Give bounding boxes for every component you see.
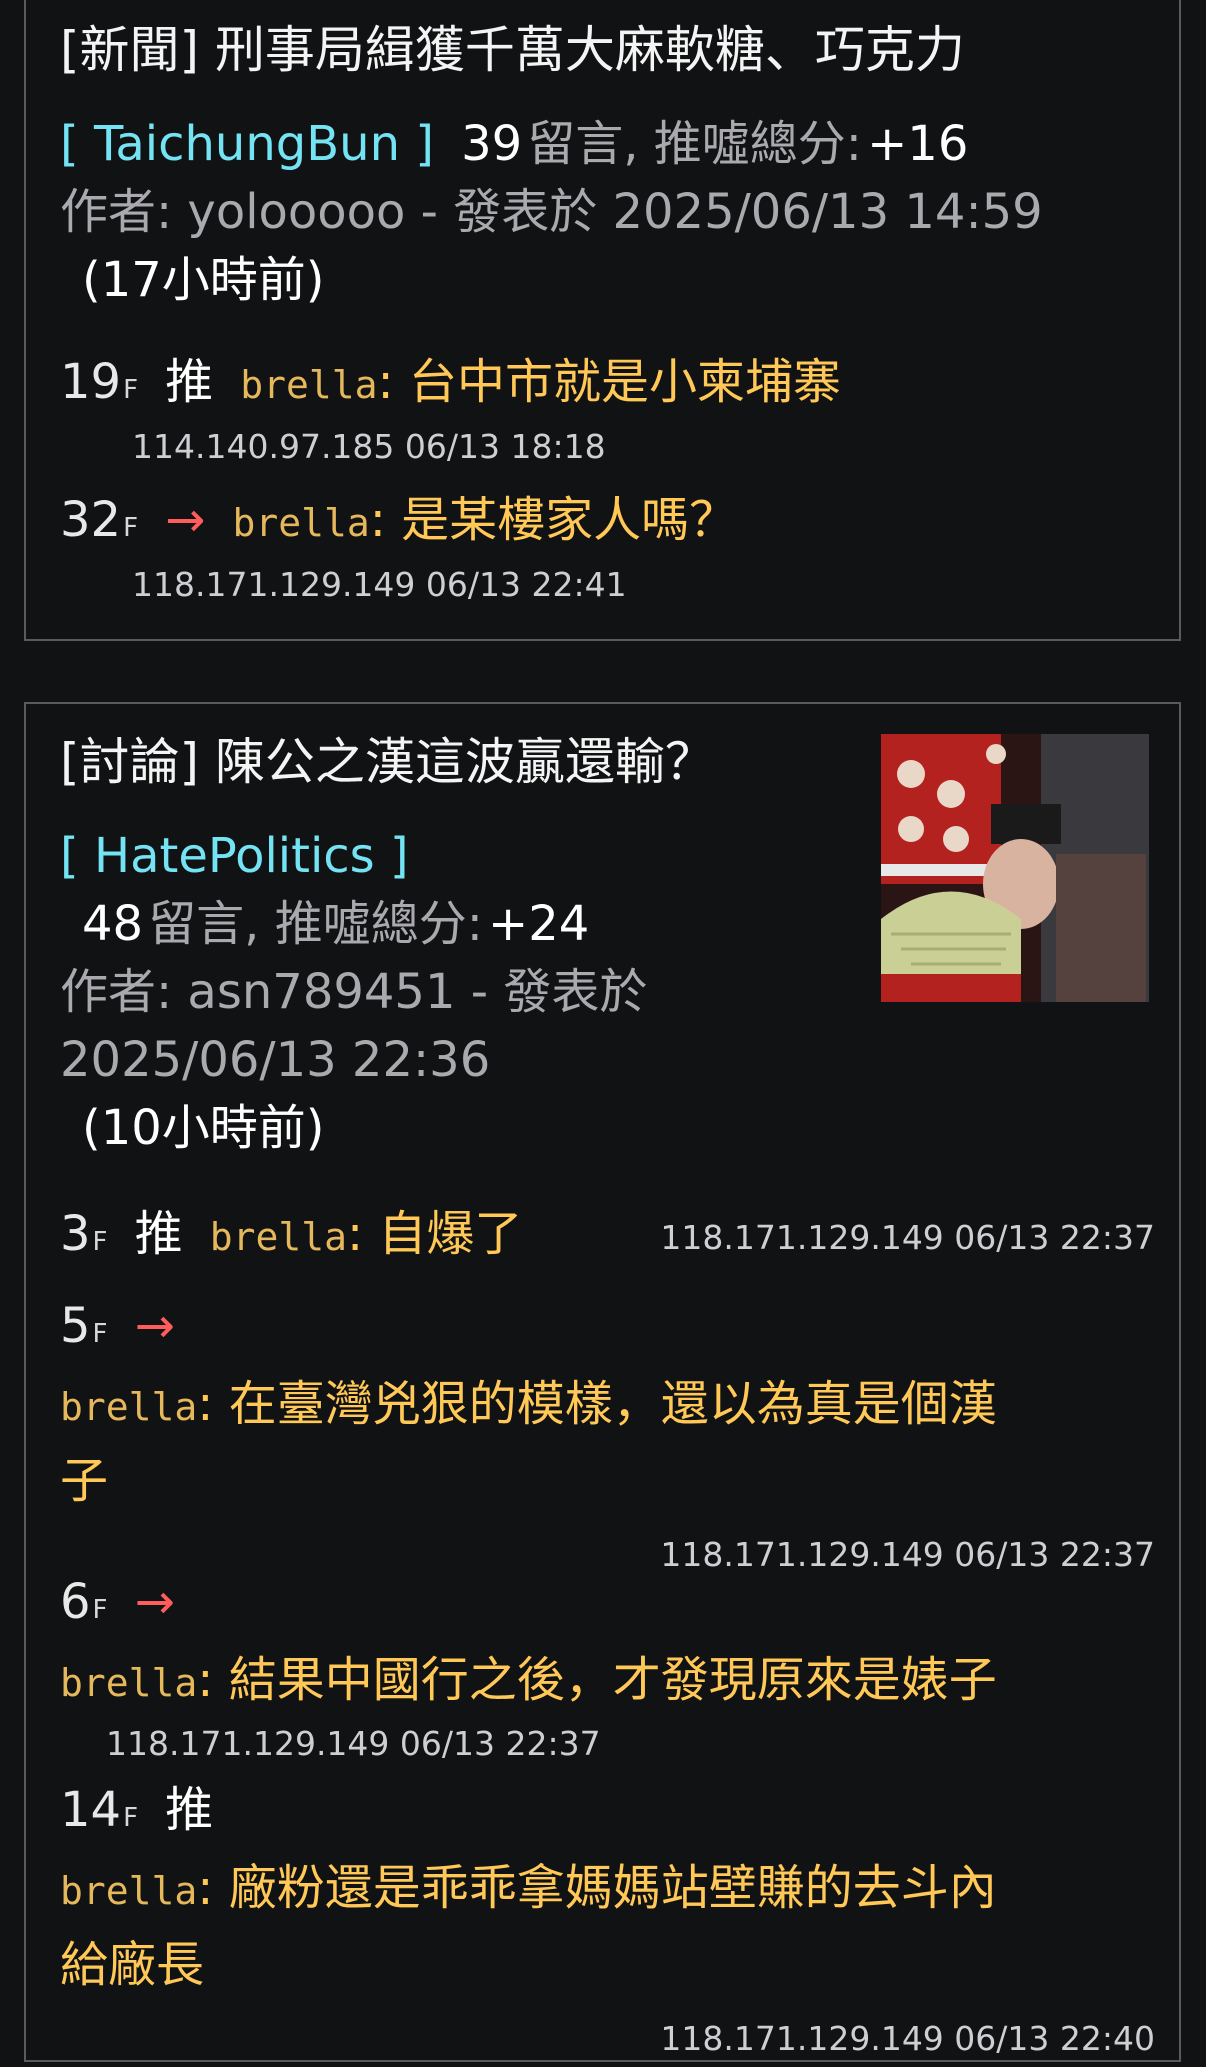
post-title[interactable]: [新聞] 刑事局緝獲千萬大麻軟糖、巧克力 [60, 20, 965, 80]
arrow-icon: → [134, 1298, 175, 1354]
push-content-cont: 子 [60, 1453, 109, 1509]
arrow-icon: → [165, 492, 206, 548]
push-user[interactable]: brella [210, 1215, 347, 1259]
push-content: : 台中市就是小柬埔寨 [377, 354, 841, 410]
author-line: 作者: asn789451 - 發表於 [60, 964, 648, 1020]
push-tag: 推 [165, 1782, 214, 1838]
push-ip-time: 118.171.129.149 06/13 22:37 [660, 1218, 1155, 1257]
floor-number: 19F [60, 354, 139, 410]
floor-number: 6F [60, 1574, 108, 1630]
post-card[interactable]: [新聞] 刑事局緝獲千萬大麻軟糖、巧克力 [ TaichungBun ] 39 … [24, 0, 1181, 641]
board-link[interactable]: [ HatePolitics ] [60, 828, 409, 884]
comment-label: 留言, 推噓總分: [527, 116, 862, 172]
comment-count: 39 [461, 116, 523, 172]
push-row: 19F 推 brella: 台中市就是小柬埔寨 114.140.97.185 0… [60, 352, 1155, 466]
push-content-cont: 給廠長 [60, 1937, 205, 1993]
push-row: 32F → brella: 是某樓家人嗎？ 118.171.129.149 06… [60, 490, 1155, 604]
push-content: : 廠粉還是乖乖拿媽媽站壁賺的去斗內 [197, 1860, 997, 1916]
push-ip-time: 118.171.129.149 06/13 22:37 [660, 1535, 1155, 1574]
push-user[interactable]: brella [60, 1661, 197, 1705]
floor-number: 32F [60, 492, 139, 548]
push-content: : 在臺灣兇狠的模樣，還以為真是個漢 [197, 1376, 997, 1432]
push-content: : 自爆了 [347, 1206, 523, 1262]
push-ip-time: 118.171.129.149 06/13 22:41 [132, 565, 627, 604]
push-user[interactable]: brella [60, 1869, 197, 1913]
push-user[interactable]: brella [240, 363, 377, 407]
push-content: : 是某樓家人嗎？ [369, 492, 738, 548]
push-user[interactable]: brella [232, 501, 369, 545]
post-title[interactable]: [討論] 陳公之漢這波贏還輸？ [60, 732, 715, 792]
score: +16 [867, 116, 969, 172]
time-ago: (17小時前) [82, 252, 325, 308]
comment-count: 48 [82, 896, 144, 952]
push-row: 5F → brella: 在臺灣兇狠的模樣，還以為真是個漢 子 118.171.… [60, 1296, 1155, 1585]
push-content: : 結果中國行之後，才發現原來是婊子 [197, 1652, 997, 1708]
post-date: 2025/06/13 22:36 [60, 1032, 491, 1088]
push-row: 14F 推 brella: 廠粉還是乖乖拿媽媽站壁賺的去斗內 給廠長 118.1… [60, 1780, 1155, 2067]
score: +24 [487, 896, 590, 952]
push-ip-time: 114.140.97.185 06/13 18:18 [132, 427, 606, 466]
push-ip-time: 118.171.129.149 06/13 22:37 [106, 1724, 601, 1763]
push-tag: 推 [134, 1206, 183, 1262]
comment-label: 留言, 推噓總分: [148, 896, 483, 952]
push-row: 3F 推 brella: 自爆了 118.171.129.149 06/13 2… [60, 1204, 1155, 1264]
push-tag: 推 [165, 354, 214, 410]
author-line: 作者: yolooooo - 發表於 2025/06/13 14:59 [60, 184, 1043, 240]
arrow-icon: → [134, 1574, 175, 1630]
post-card[interactable]: [討論] 陳公之漢這波贏還輸？ [ HatePolitics ] 48 留言, … [24, 702, 1181, 2062]
push-user[interactable]: brella [60, 1385, 197, 1429]
floor-number: 5F [60, 1298, 108, 1354]
floor-number: 3F [60, 1206, 108, 1262]
thumbnail-image [881, 734, 1149, 1002]
post-thumbnail[interactable] [881, 734, 1149, 1002]
time-ago: (10小時前) [82, 1100, 325, 1156]
push-ip-time: 118.171.129.149 06/13 22:40 [660, 2019, 1155, 2058]
push-row: 6F → brella: 結果中國行之後，才發現原來是婊子 118.171.12… [60, 1572, 1155, 1763]
board-link[interactable]: [ TaichungBun ] [60, 116, 434, 172]
floor-number: 14F [60, 1782, 139, 1838]
